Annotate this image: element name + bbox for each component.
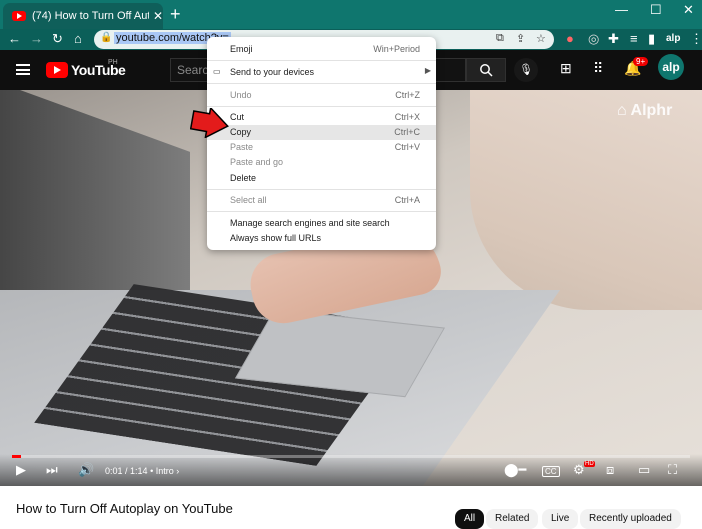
chapter-label[interactable]: • Intro › [150,466,179,476]
menu-item-undo[interactable]: Undo Ctrl+Z [207,88,436,103]
menu-separator [207,60,436,61]
play-icon[interactable]: ▶ [16,462,26,478]
minimize-button[interactable]: — [615,2,628,17]
menu-item-paste-and-go[interactable]: Paste and go [207,155,436,170]
next-icon[interactable]: ⏭ [46,462,58,478]
video-title: How to Turn Off Autoplay on YouTube [16,501,233,516]
menu-item-send-to-devices[interactable]: ▭ Send to your devices ▶ [207,65,436,80]
youtube-play-icon [46,62,68,78]
video-scene-sweater [470,90,702,310]
red-pointer-arrow-icon [190,108,229,138]
tab-close-button[interactable]: ✕ [153,9,163,23]
install-icon[interactable]: ⧉ [496,32,504,45]
country-code: PH [108,59,118,66]
chip-all[interactable]: All [455,509,485,529]
time-display: 0:01 / 1:14 • Intro › [105,466,180,476]
menu-separator [207,83,436,84]
side-panel-icon[interactable]: ▮ [648,31,655,47]
autoplay-toggle[interactable]: ⬤━ [504,462,526,478]
chip-recently-uploaded[interactable]: Recently uploaded [580,509,681,529]
alphr-watermark: ⌂ Alphr [617,102,673,119]
tab-strip: (74) How to Turn Off Autoplay o ✕ + — ☐ … [0,0,702,29]
hamburger-menu-icon[interactable] [16,64,30,75]
menu-separator [207,106,436,107]
reload-icon[interactable]: ↻ [52,31,63,47]
fullscreen-icon[interactable]: ⛶ [668,462,677,478]
menu-item-emoji[interactable]: Emoji Win+Period [207,42,436,57]
close-window-button[interactable]: ✕ [683,2,694,18]
share-icon[interactable]: ⇪ [516,32,525,45]
menu-item-copy[interactable]: Copy Ctrl+C [207,125,436,140]
submenu-arrow-icon: ▶ [424,66,431,75]
chip-related[interactable]: Related [486,509,539,529]
reading-list-icon[interactable]: ≡ [630,31,638,47]
tab-title: (74) How to Turn Off Autoplay o [32,10,149,22]
settings-gear-icon[interactable]: ⚙ [573,462,585,478]
menu-item-manage-search-engines[interactable]: Manage search engines and site search [207,216,436,231]
lock-icon[interactable]: 🔒 [100,32,112,43]
apps-grid-icon[interactable]: ⠿ [593,60,603,77]
maximize-button[interactable]: ☐ [650,2,662,18]
search-button[interactable] [466,58,506,82]
theater-mode-icon[interactable]: ▭ [638,462,650,478]
back-icon[interactable]: ← [8,31,21,47]
extensions-puzzle-icon[interactable]: ✚ [608,31,619,47]
hd-badge: HD [584,461,595,467]
volume-icon[interactable]: 🔊 [78,462,94,478]
notification-badge: 9+ [633,57,649,66]
menu-item-cut[interactable]: Cut Ctrl+X [207,110,436,125]
menu-item-select-all[interactable]: Select all Ctrl+A [207,193,436,208]
extension-icon[interactable]: ● [566,31,574,47]
progress-bar[interactable] [12,455,690,458]
home-icon[interactable]: ⌂ [74,31,82,47]
captions-button[interactable]: CC [542,466,560,477]
context-menu: Emoji Win+Period ▭ Send to your devices … [207,37,436,250]
search-placeholder: Searc [177,63,209,77]
menu-item-paste[interactable]: Paste Ctrl+V [207,140,436,155]
create-video-icon[interactable]: ⊞ [560,60,572,77]
menu-separator [207,211,436,212]
extension-icon[interactable]: ◎ [588,31,599,47]
search-icon [480,64,493,77]
voice-search-button[interactable]: 🎙 [514,58,538,82]
profile-icon[interactable]: alp [666,31,680,47]
menu-separator [207,189,436,190]
menu-item-delete[interactable]: Delete [207,171,436,186]
chip-live[interactable]: Live [542,509,579,529]
more-menu-icon[interactable]: ⋮ [690,31,702,47]
youtube-favicon-icon [12,11,26,21]
forward-icon[interactable]: → [30,31,43,47]
browser-tab[interactable]: (74) How to Turn Off Autoplay o ✕ [3,3,163,29]
progress-fill [12,455,21,458]
miniplayer-icon[interactable]: ⧈ [606,462,614,478]
new-tab-button[interactable]: + [170,5,181,23]
menu-item-show-full-urls[interactable]: Always show full URLs [207,231,436,246]
account-avatar[interactable]: alp [658,54,684,80]
devices-icon: ▭ [213,67,221,76]
bookmark-star-icon[interactable]: ☆ [536,32,546,45]
